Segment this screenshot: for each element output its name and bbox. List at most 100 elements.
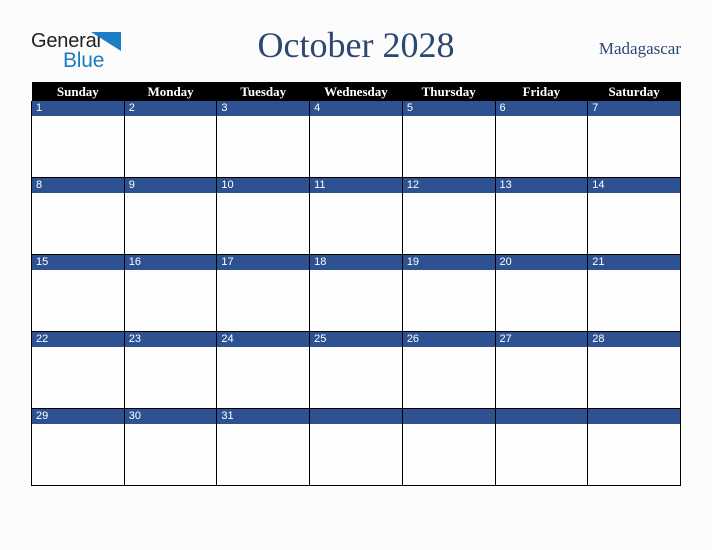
day-number-bar: 1	[32, 101, 124, 116]
day-event-area[interactable]	[32, 424, 124, 485]
day-number: 10	[221, 179, 234, 191]
day-event-area[interactable]	[495, 193, 588, 254]
day-event-area[interactable]	[310, 424, 402, 485]
day-event-area[interactable]	[402, 270, 495, 331]
day-number-bar: 11	[310, 178, 402, 193]
day-event-area[interactable]	[124, 116, 217, 177]
day-event-area[interactable]	[217, 116, 310, 177]
day-event-area[interactable]	[124, 270, 217, 331]
day-event-area[interactable]	[32, 270, 124, 331]
day-number-bar: 15	[32, 255, 124, 270]
day-event-area[interactable]	[495, 347, 588, 408]
day-event-area[interactable]	[588, 270, 680, 331]
day-event-area[interactable]	[495, 424, 588, 485]
day-event-area[interactable]	[402, 193, 495, 254]
day-number: 29	[36, 410, 49, 422]
day-event-area[interactable]	[217, 270, 310, 331]
day-number: 20	[499, 256, 512, 268]
day-event-area[interactable]	[124, 193, 217, 254]
calendar-day-cell[interactable]	[587, 408, 681, 486]
calendar-day-cell[interactable]: 4	[309, 101, 403, 178]
calendar-day-cell[interactable]: 2	[123, 101, 218, 178]
day-event-area[interactable]	[32, 347, 124, 408]
weekday-header-thursday: Thursday	[402, 82, 496, 101]
day-event-area[interactable]	[32, 193, 124, 254]
day-event-area[interactable]	[310, 347, 402, 408]
calendar-day-cell[interactable]: 11	[309, 177, 403, 255]
country-label: Madagascar	[598, 39, 681, 58]
calendar-day-cell[interactable]	[309, 408, 403, 486]
calendar-week-row: 1 2 3 4 5 6 7	[31, 101, 681, 178]
day-number: 1	[36, 102, 43, 114]
calendar-day-cell[interactable]: 13	[494, 177, 589, 255]
calendar-day-cell[interactable]: 24	[216, 331, 311, 409]
calendar-day-cell[interactable]: 10	[216, 177, 311, 255]
calendar-day-cell[interactable]	[494, 408, 589, 486]
day-event-area[interactable]	[32, 116, 124, 177]
calendar-day-cell[interactable]: 26	[401, 331, 496, 409]
day-number-bar: 20	[495, 255, 588, 270]
calendar-day-cell[interactable]: 16	[123, 254, 218, 332]
day-event-area[interactable]	[310, 270, 402, 331]
day-number: 17	[221, 256, 234, 268]
day-event-area[interactable]	[124, 424, 217, 485]
day-number-bar: 17	[217, 255, 310, 270]
calendar-day-cell[interactable]: 6	[494, 101, 589, 178]
calendar-day-cell[interactable]: 22	[31, 331, 125, 409]
day-number-bar: 19	[402, 255, 495, 270]
day-event-area[interactable]	[402, 116, 495, 177]
calendar-day-cell[interactable]: 12	[401, 177, 496, 255]
day-event-area[interactable]	[124, 347, 217, 408]
calendar-day-cell[interactable]: 30	[123, 408, 218, 486]
calendar-day-cell[interactable]: 18	[309, 254, 403, 332]
page-header: General Blue October 2028 Madagascar	[0, 22, 712, 74]
day-event-area[interactable]	[588, 193, 680, 254]
calendar-day-cell[interactable]: 9	[123, 177, 218, 255]
day-number: 12	[406, 179, 420, 191]
calendar-day-cell[interactable]: 20	[494, 254, 589, 332]
day-event-area[interactable]	[588, 116, 680, 177]
day-event-area[interactable]	[217, 347, 310, 408]
day-number-bar: 24	[217, 332, 310, 347]
calendar-day-cell[interactable]: 7	[587, 101, 681, 178]
day-event-area[interactable]	[402, 424, 495, 485]
day-number: 14	[592, 179, 605, 191]
calendar-day-cell[interactable]: 25	[309, 331, 403, 409]
day-event-area[interactable]	[588, 347, 680, 408]
day-event-area[interactable]	[495, 116, 588, 177]
calendar-day-cell[interactable]: 19	[401, 254, 496, 332]
calendar-day-cell[interactable]: 1	[31, 101, 125, 178]
day-event-area[interactable]	[217, 424, 310, 485]
calendar-day-cell[interactable]: 15	[31, 254, 125, 332]
calendar-day-cell[interactable]: 28	[587, 331, 681, 409]
calendar-day-cell[interactable]: 3	[216, 101, 311, 178]
calendar-day-cell[interactable]: 5	[401, 101, 496, 178]
calendar-day-cell[interactable]: 27	[494, 331, 589, 409]
day-event-area[interactable]	[310, 116, 402, 177]
day-number: 22	[36, 333, 49, 345]
calendar-day-cell[interactable]	[401, 408, 496, 486]
calendar-day-cell[interactable]: 8	[31, 177, 125, 255]
day-number-bar: 26	[402, 332, 495, 347]
day-number: 31	[221, 410, 234, 422]
day-event-area[interactable]	[495, 270, 588, 331]
calendar-day-cell[interactable]: 21	[587, 254, 681, 332]
day-number-bar: 21	[588, 255, 680, 270]
calendar-day-cell[interactable]: 29	[31, 408, 125, 486]
day-event-area[interactable]	[310, 193, 402, 254]
weekday-header-saturday: Saturday	[587, 82, 681, 101]
day-event-area[interactable]	[588, 424, 680, 485]
calendar-day-cell[interactable]: 17	[216, 254, 311, 332]
day-event-area[interactable]	[402, 347, 495, 408]
day-event-area[interactable]	[217, 193, 310, 254]
day-number-bar: 27	[495, 332, 588, 347]
calendar-day-cell[interactable]: 31	[216, 408, 311, 486]
day-number: 6	[499, 102, 506, 114]
calendar-day-cell[interactable]: 23	[123, 331, 218, 409]
day-number: 7	[592, 102, 599, 114]
day-number: 16	[128, 256, 141, 268]
calendar-day-cell[interactable]: 14	[587, 177, 681, 255]
day-number-bar: 16	[124, 255, 217, 270]
day-number: 9	[128, 179, 135, 191]
day-number: 19	[406, 256, 420, 268]
